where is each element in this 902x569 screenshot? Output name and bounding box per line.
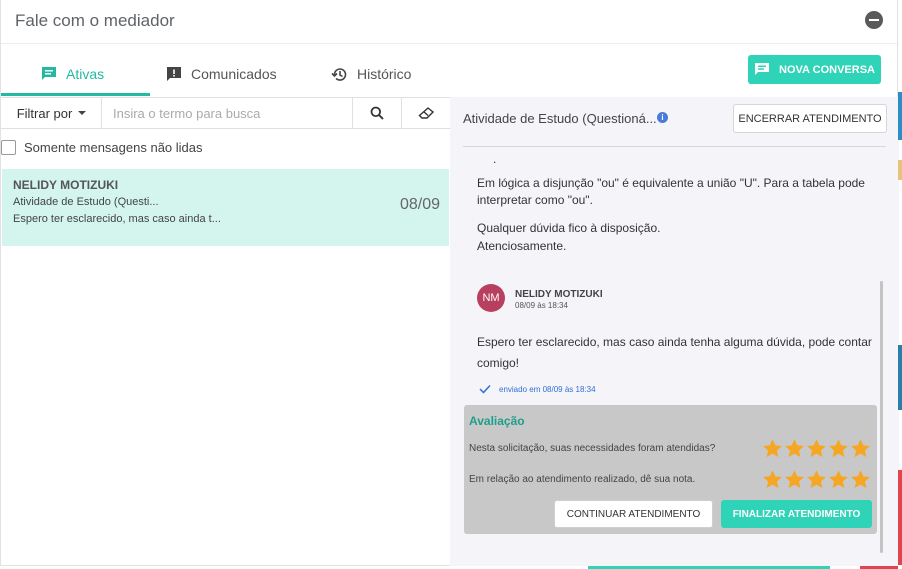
chat-icon	[755, 63, 770, 75]
message-sender: NELIDY MOTIZUKI	[515, 289, 603, 300]
history-icon	[331, 67, 347, 81]
mediator-chat-window: Fale com o mediador Ativas Comunicados H…	[0, 0, 899, 566]
chat-header: Fale com o mediador	[1, 0, 899, 44]
star-icon[interactable]	[828, 469, 849, 490]
tab-comunicados[interactable]: Comunicados	[166, 52, 277, 96]
tab-historico-label: Histórico	[357, 66, 412, 82]
conversation-title: Atividade de Estudo (Questioná...	[463, 111, 657, 126]
message-line: Qualquer dúvida fico à disposição.	[477, 221, 661, 235]
chat-icon	[42, 67, 56, 80]
search-button[interactable]	[352, 98, 401, 128]
avatar: NM	[477, 284, 505, 312]
message-paragraph: Em lógica a disjunção "ou" é equivalente…	[477, 176, 865, 207]
window-title: Fale com o mediador	[15, 11, 175, 30]
conversation-sender: NELIDY MOTIZUKI	[13, 178, 119, 192]
star-icon[interactable]	[850, 469, 871, 490]
continue-conversation-button[interactable]: CONTINUAR ATENDIMENTO	[554, 500, 713, 528]
background-page-fragment	[898, 470, 902, 565]
star-icon[interactable]	[850, 438, 871, 459]
rating-title: Avaliação	[469, 414, 525, 428]
filter-dropdown[interactable]: Filtrar por	[2, 98, 102, 128]
conversation-subject: Atividade de Estudo (Questi...	[13, 196, 159, 208]
background-page-fragment	[898, 160, 902, 180]
new-conversation-button[interactable]: NOVA CONVERSA	[748, 55, 881, 84]
star-icon[interactable]	[828, 438, 849, 459]
rating-question: Em relação ao atendimento realizado, dê …	[469, 474, 696, 485]
message-fragment: .	[493, 152, 497, 166]
filter-label: Filtrar por	[16, 105, 73, 121]
search-input[interactable]	[102, 98, 352, 128]
rating-panel: Avaliação Nesta solicitação, suas necess…	[464, 405, 877, 534]
star-icon[interactable]	[806, 438, 827, 459]
tab-ativas-label: Ativas	[66, 66, 105, 82]
unread-filter: Somente mensagens não lidas	[1, 140, 203, 155]
finish-conversation-button[interactable]: FINALIZAR ATENDIMENTO	[721, 500, 872, 528]
clear-search-button[interactable]	[401, 98, 450, 128]
background-page-fragment	[898, 345, 902, 410]
filter-bar: Filtrar por	[1, 97, 450, 129]
tab-historico[interactable]: Histórico	[331, 52, 411, 96]
message-body: Espero ter esclarecido, mas caso ainda t…	[477, 335, 872, 370]
sent-status-label: enviado em 08/09 às 18:34	[499, 384, 596, 394]
new-conversation-label: NOVA CONVERSA	[779, 63, 875, 76]
close-conversation-button[interactable]: ENCERRAR ATENDIMENTO	[733, 104, 887, 133]
conversation-date: 08/09	[400, 196, 441, 213]
star-icon[interactable]	[762, 438, 783, 459]
tab-comunicados-label: Comunicados	[191, 66, 277, 82]
unread-only-label: Somente mensagens não lidas	[24, 140, 203, 155]
announcement-icon	[167, 67, 181, 81]
eraser-icon	[418, 107, 434, 119]
conversation-panel: Atividade de Estudo (Questioná... i ENCE…	[450, 97, 899, 566]
conversation-preview: Espero ter esclarecido, mas caso ainda t…	[13, 213, 221, 225]
star-icon[interactable]	[806, 469, 827, 490]
scrollbar[interactable]	[880, 281, 883, 553]
check-icon	[479, 384, 491, 394]
unread-only-checkbox[interactable]	[1, 140, 16, 155]
info-icon[interactable]: i	[657, 112, 668, 123]
star-icon[interactable]	[784, 438, 805, 459]
tab-ativas[interactable]: Ativas	[41, 52, 104, 96]
star-icon[interactable]	[762, 469, 783, 490]
minus-circle-icon[interactable]	[865, 11, 883, 29]
caret-down-icon	[78, 111, 87, 115]
star-icon[interactable]	[784, 469, 805, 490]
rating-question: Nesta solicitação, suas necessidades for…	[469, 443, 716, 454]
divider	[463, 146, 886, 147]
search-icon	[370, 106, 384, 120]
message-timestamp: 08/09 às 18:34	[515, 301, 568, 310]
message-line: Atenciosamente.	[477, 239, 567, 253]
background-page-fragment	[898, 92, 902, 140]
star-rating[interactable]	[762, 469, 871, 490]
sent-status: enviado em 08/09 às 18:34	[479, 384, 596, 394]
conversation-list-item[interactable]: NELIDY MOTIZUKI Atividade de Estudo (Que…	[2, 169, 449, 246]
active-tab-indicator	[1, 93, 150, 96]
star-rating[interactable]	[762, 438, 871, 459]
